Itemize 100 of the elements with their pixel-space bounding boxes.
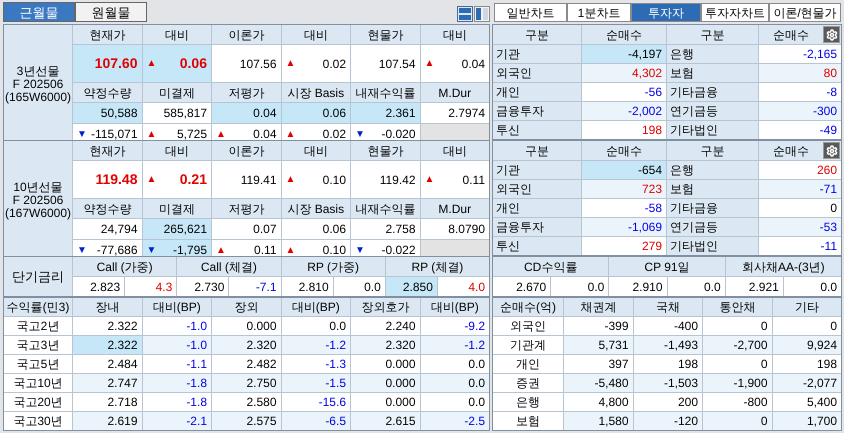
- column-header: M.Dur: [420, 199, 489, 218]
- table-cell: 0.0: [784, 277, 841, 296]
- table-cell: ▲ 0.21: [142, 161, 211, 198]
- row-label: 국고2년: [4, 317, 72, 335]
- table-cell: 0.0: [551, 277, 608, 296]
- row-label: 기타금융: [667, 83, 758, 101]
- table-cell: -53: [759, 218, 841, 236]
- table-cell: 2.750: [212, 374, 280, 392]
- table-cell: -49: [759, 121, 841, 139]
- table-cell: 0: [772, 317, 841, 335]
- table-cell: 0.000: [351, 374, 420, 392]
- table-cell: 2.322: [73, 317, 142, 335]
- tab[interactable]: 일반차트: [494, 3, 567, 22]
- table-cell: -5,480: [564, 374, 632, 392]
- table-cell: -71: [759, 180, 841, 198]
- table-cell: 2.320: [351, 336, 420, 354]
- table-cell: ▲ 0.04: [420, 45, 489, 82]
- row-label: 보험: [493, 412, 563, 430]
- tab[interactable]: 이론/현물가: [769, 3, 841, 22]
- column-header: 현재가: [73, 25, 142, 44]
- table-cell: 4.3: [125, 277, 176, 296]
- triangle-icon: ▲: [146, 56, 156, 71]
- tab[interactable]: 1분차트: [567, 3, 631, 22]
- row-label: 보험: [667, 64, 758, 82]
- column-header: 순매수(억): [493, 298, 563, 316]
- table-cell: 2.850: [386, 277, 437, 296]
- column-header: 미결제: [142, 83, 211, 102]
- settings-button[interactable]: [823, 142, 840, 159]
- triangle-icon: ▼: [355, 126, 365, 142]
- column-header: 대비(BP): [282, 298, 350, 316]
- column-header: 순매수: [582, 25, 666, 44]
- column-header: 채권계: [564, 298, 632, 316]
- row-label: 국고20년: [4, 393, 72, 411]
- column-header: 구분: [667, 25, 758, 44]
- triangle-icon: ▲: [286, 172, 296, 187]
- split-horizontal-icon[interactable]: [457, 6, 473, 22]
- table-cell: -399: [564, 317, 632, 335]
- triangle-icon: ▲: [146, 126, 156, 142]
- row-label: 기관: [493, 161, 581, 179]
- column-header: 이론가: [212, 141, 280, 160]
- column-header: CD수익률: [493, 257, 608, 276]
- table-cell: -654: [582, 161, 666, 179]
- column-header: 순매수: [582, 141, 666, 160]
- row-label: 투신: [493, 121, 581, 139]
- triangle-icon: ▲: [146, 172, 156, 187]
- table-cell: 4,800: [564, 393, 632, 411]
- table-cell: 723: [582, 180, 666, 198]
- table-cell: 50,588: [73, 103, 142, 123]
- column-header: 대비: [420, 25, 489, 44]
- column-header: CP 91일: [609, 257, 725, 276]
- row-label: 기타법인: [667, 237, 758, 255]
- table-cell: -1.8: [142, 393, 211, 411]
- triangle-icon: ▲: [286, 242, 296, 258]
- table-cell: 107.54: [351, 45, 420, 82]
- table-cell: 2.670: [493, 277, 550, 296]
- table-cell: -2,002: [582, 102, 666, 120]
- settings-button[interactable]: [823, 26, 840, 43]
- table-cell: 80: [759, 64, 841, 82]
- table-cell: 1,580: [564, 412, 632, 430]
- table-cell: 198: [582, 121, 666, 139]
- column-header: M.Dur: [420, 83, 489, 102]
- row-label: 외국인: [493, 317, 563, 335]
- table-cell: 5,400: [772, 393, 841, 411]
- column-header: 이론가: [212, 25, 280, 44]
- column-header: 현물가: [351, 25, 420, 44]
- triangle-icon: ▲: [424, 56, 434, 71]
- table-cell: 0.0: [420, 393, 489, 411]
- table-cell: 260: [759, 161, 841, 179]
- column-header: 저평가: [212, 199, 280, 218]
- table-cell: 0.0: [334, 277, 385, 296]
- table-cell: 198: [634, 355, 702, 373]
- table-cell: -2,077: [772, 374, 841, 392]
- tab[interactable]: 투자자차트: [701, 3, 769, 22]
- triangle-icon: ▲: [424, 172, 434, 187]
- tab[interactable]: 투자자: [631, 3, 701, 22]
- column-header: 대비: [142, 141, 211, 160]
- row-label: 보험: [667, 180, 758, 198]
- table-cell: -2.1: [142, 412, 211, 430]
- tab[interactable]: 원월물: [75, 2, 147, 22]
- table-cell: -1.2: [282, 336, 350, 354]
- split-vertical-icon[interactable]: [474, 6, 490, 22]
- row-label: 개인: [493, 355, 563, 373]
- table-cell: 0.000: [351, 393, 420, 411]
- row-label: 국고10년: [4, 374, 72, 392]
- row-label: 개인: [493, 199, 581, 217]
- table-cell: 2.810: [282, 277, 333, 296]
- table-cell: 0.06: [282, 103, 350, 123]
- column-header: 미결제: [142, 199, 211, 218]
- table-cell: -1.8: [142, 374, 211, 392]
- table-cell: -300: [759, 102, 841, 120]
- table-cell: 1,700: [772, 412, 841, 430]
- table-cell: 107.60: [73, 45, 142, 82]
- table-cell: -400: [634, 317, 702, 335]
- column-header: 국채: [634, 298, 702, 316]
- tab[interactable]: 근월물: [3, 2, 75, 22]
- triangle-icon: ▲: [286, 56, 296, 71]
- table-cell: 0.000: [351, 355, 420, 373]
- table-cell: 2.730: [177, 277, 228, 296]
- table-cell: 5,731: [564, 336, 632, 354]
- column-header: 시장 Basis: [282, 83, 350, 102]
